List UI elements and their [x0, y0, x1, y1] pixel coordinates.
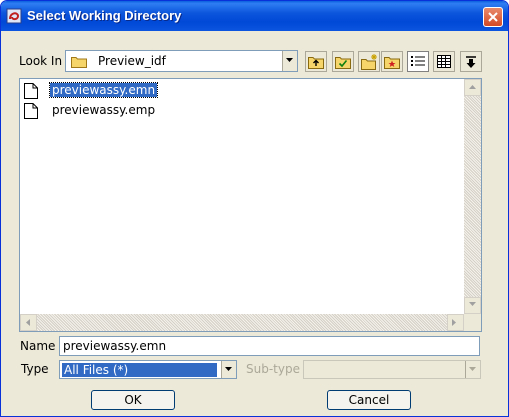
scroll-down-button[interactable]: [464, 297, 481, 314]
horizontal-scrollbar[interactable]: [20, 314, 464, 331]
file-list[interactable]: previewassy.emn previewassy.emp: [19, 78, 482, 332]
type-value: All Files (*): [62, 363, 217, 377]
select-working-directory-dialog: Select Working Directory Look In Preview…: [0, 0, 509, 417]
look-in-dropdown[interactable]: Preview_idf: [65, 50, 298, 72]
new-folder-button[interactable]: [358, 51, 380, 72]
close-icon: [488, 12, 498, 22]
bookmark-folder-button[interactable]: [381, 51, 403, 72]
type-dropdown[interactable]: All Files (*): [59, 360, 237, 379]
file-icon: [24, 103, 38, 119]
scrollbar-corner: [464, 314, 481, 331]
up-folder-button[interactable]: [305, 51, 327, 72]
cancel-button[interactable]: Cancel: [327, 390, 411, 410]
list-view-icon: [411, 56, 425, 66]
subtype-dropdown[interactable]: [303, 360, 481, 379]
home-folder-icon: [335, 57, 351, 69]
title-bar[interactable]: Select Working Directory: [1, 1, 508, 31]
vertical-scrollbar[interactable]: [464, 79, 481, 314]
window-title: Select Working Directory: [27, 8, 182, 23]
scroll-down-icon: [469, 302, 476, 306]
subtype-label: Sub-type: [246, 362, 300, 376]
close-button[interactable]: [483, 7, 503, 27]
type-label: Type: [21, 362, 49, 376]
scroll-up-icon: [469, 85, 476, 89]
app-icon: [6, 8, 22, 24]
type-dropdown-button[interactable]: [221, 361, 236, 378]
details-view-button[interactable]: [433, 51, 455, 72]
up-folder-icon: [308, 57, 324, 69]
name-label: Name: [20, 339, 56, 353]
sort-icon: [466, 56, 476, 68]
scroll-left-button[interactable]: [20, 314, 37, 331]
ok-button[interactable]: OK: [91, 390, 175, 410]
file-icon: [24, 83, 38, 99]
chevron-down-icon: [225, 366, 232, 371]
details-view-icon: [437, 55, 451, 68]
chevron-down-icon: [286, 58, 293, 62]
scroll-right-button[interactable]: [447, 314, 464, 331]
list-view-button[interactable]: [407, 51, 429, 72]
scroll-left-icon: [26, 319, 30, 326]
folder-icon: [71, 57, 87, 68]
new-folder-icon: [361, 54, 377, 70]
look-in-value: Preview_idf: [98, 54, 166, 68]
subtype-dropdown-button[interactable]: [465, 361, 480, 378]
scroll-up-button[interactable]: [464, 79, 481, 96]
bookmark-folder-icon: [384, 57, 400, 69]
home-folder-button[interactable]: [332, 51, 354, 72]
sort-button[interactable]: [460, 51, 482, 72]
look-in-label: Look In: [19, 54, 63, 68]
name-field[interactable]: previewassy.emn: [59, 336, 480, 356]
file-name: previewassy.emp: [52, 103, 156, 117]
chevron-down-icon: [469, 366, 476, 371]
file-name: previewassy.emn: [48, 82, 159, 98]
look-in-dropdown-button[interactable]: [282, 51, 297, 71]
scroll-right-icon: [452, 319, 456, 326]
